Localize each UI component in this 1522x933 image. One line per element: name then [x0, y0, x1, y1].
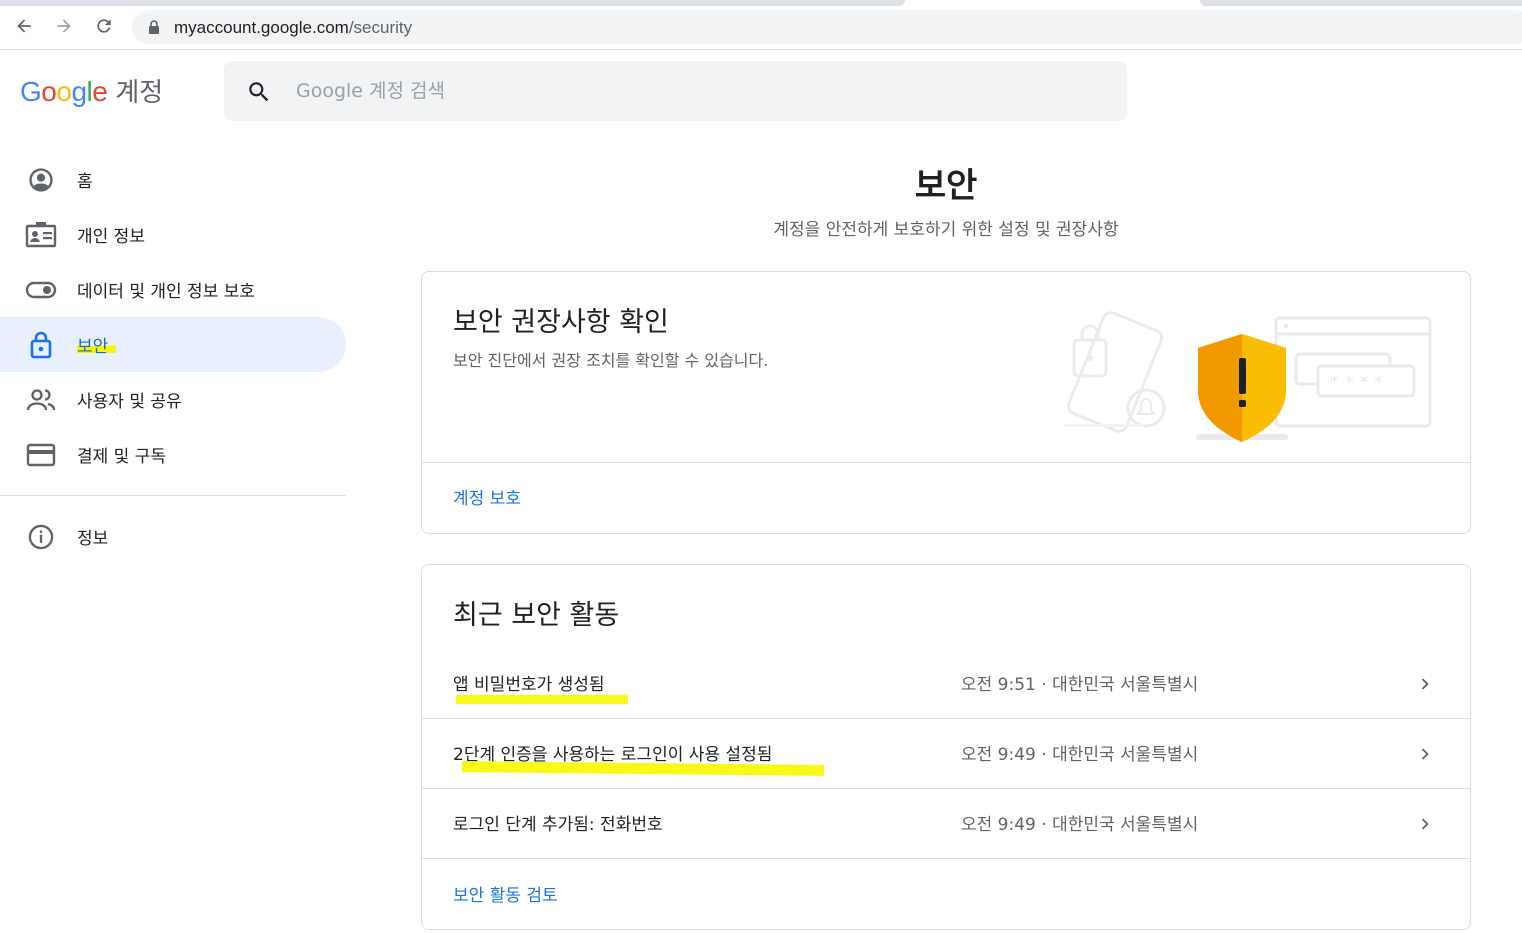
- account-circle-icon: [24, 163, 58, 197]
- sidebar-item-label: 사용자 및 공유: [77, 392, 182, 412]
- browser-tab[interactable]: [0, 0, 905, 6]
- sidebar-item-label: 홈: [77, 172, 93, 192]
- sidebar-nav: 홈 개인 정보 데이터 및 개인 정보 보호 보안 사용자 및 공유 결제 및 …: [0, 152, 346, 564]
- reload-icon: [97, 19, 111, 33]
- recent-security-activity-card: 최근 보안 활동 앱 비밀번호가 생성됨 오전 9:51 · 대한민국 서울특별…: [421, 564, 1471, 930]
- tab-strip: [0, 0, 1522, 6]
- browser-toolbar: myaccount.google.com/security: [0, 0, 1522, 50]
- sidebar-item-info[interactable]: 정보: [0, 509, 346, 564]
- card-title: 최근 보안 활동: [453, 600, 620, 631]
- security-checkup-card: 보안 권장사항 확인 보안 진단에서 권장 조치를 확인할 수 있습니다. * …: [421, 271, 1471, 534]
- info-icon: [24, 520, 58, 554]
- activity-meta: 오전 9:49 · 대한민국 서울특별시: [961, 815, 1199, 835]
- account-search-box[interactable]: [224, 61, 1127, 121]
- activity-list: 앱 비밀번호가 생성됨 오전 9:51 · 대한민국 서울특별시 2단계 인증을…: [422, 649, 1470, 859]
- sidebar-divider: [0, 495, 346, 496]
- list-item[interactable]: 앱 비밀번호가 생성됨 오전 9:51 · 대한민국 서울특별시: [422, 649, 1470, 719]
- page-title: 보안: [914, 166, 978, 206]
- forward-arrow-icon: [57, 19, 71, 33]
- product-name: 계정: [115, 78, 164, 108]
- sidebar-item-label: 데이터 및 개인 정보 보호: [77, 282, 256, 302]
- sidebar-item-payments[interactable]: 결제 및 구독: [0, 427, 346, 482]
- activity-meta: 오전 9:51 · 대한민국 서울특별시: [961, 675, 1199, 695]
- address-bar[interactable]: myaccount.google.com/security: [132, 10, 1522, 44]
- chevron-right-icon: [1421, 748, 1429, 760]
- search-input[interactable]: [296, 75, 1096, 107]
- highlight-mark: [456, 695, 628, 704]
- sidebar-item-label: 보안: [77, 332, 117, 357]
- back-button[interactable]: [10, 12, 38, 40]
- browser-tab[interactable]: [1200, 0, 1522, 6]
- chevron-right-icon: [1421, 818, 1429, 830]
- back-arrow-icon: [17, 19, 31, 33]
- list-item[interactable]: 2단계 인증을 사용하는 로그인이 사용 설정됨 오전 9:49 · 대한민국 …: [422, 719, 1470, 789]
- activity-meta: 오전 9:49 · 대한민국 서울특별시: [961, 745, 1199, 765]
- list-item[interactable]: 로그인 단계 추가됨: 전화번호 오전 9:49 · 대한민국 서울특별시: [422, 789, 1470, 859]
- card-title: 보안 권장사항 확인: [453, 307, 669, 338]
- search-icon[interactable]: [246, 79, 272, 105]
- credit-card-icon: [24, 438, 58, 472]
- sidebar-item-label: 정보: [77, 529, 109, 549]
- activity-title: 앱 비밀번호가 생성됨: [453, 675, 605, 695]
- forward-button[interactable]: [50, 12, 78, 40]
- protect-account-link[interactable]: 계정 보호: [453, 484, 521, 509]
- toggle-icon: [24, 273, 58, 307]
- google-wordmark: Google: [20, 76, 108, 107]
- sidebar-item-data-privacy[interactable]: 데이터 및 개인 정보 보호: [0, 262, 346, 317]
- activity-title: 로그인 단계 추가됨: 전화번호: [453, 815, 663, 835]
- sidebar-item-personal-info[interactable]: 개인 정보: [0, 207, 346, 262]
- id-card-icon: [24, 218, 58, 252]
- people-icon: [24, 383, 58, 417]
- url-text: myaccount.google.com/security: [174, 18, 413, 37]
- sidebar-item-label: 개인 정보: [77, 227, 145, 247]
- card-description: 보안 진단에서 권장 조치를 확인할 수 있습니다.: [453, 351, 769, 370]
- sidebar-item-security[interactable]: 보안: [0, 317, 346, 372]
- card-divider: [422, 462, 1470, 463]
- svg-text:* * * *: * * * *: [1330, 372, 1383, 393]
- sidebar-item-home[interactable]: 홈: [0, 152, 346, 207]
- google-account-logo[interactable]: Google 계정: [20, 72, 163, 109]
- page-subtitle: 계정을 안전하게 보호하기 위한 설정 및 권장사항: [773, 220, 1119, 240]
- review-activity-link[interactable]: 보안 활동 검토: [453, 881, 558, 906]
- security-shield-illustration: * * * *: [1064, 311, 1432, 442]
- secure-lock-icon: [149, 20, 159, 34]
- reload-button[interactable]: [90, 12, 118, 40]
- sidebar-item-people-sharing[interactable]: 사용자 및 공유: [0, 372, 346, 427]
- lock-icon: [24, 328, 58, 362]
- chevron-right-icon: [1421, 678, 1429, 690]
- sidebar-item-label: 결제 및 구독: [77, 447, 167, 467]
